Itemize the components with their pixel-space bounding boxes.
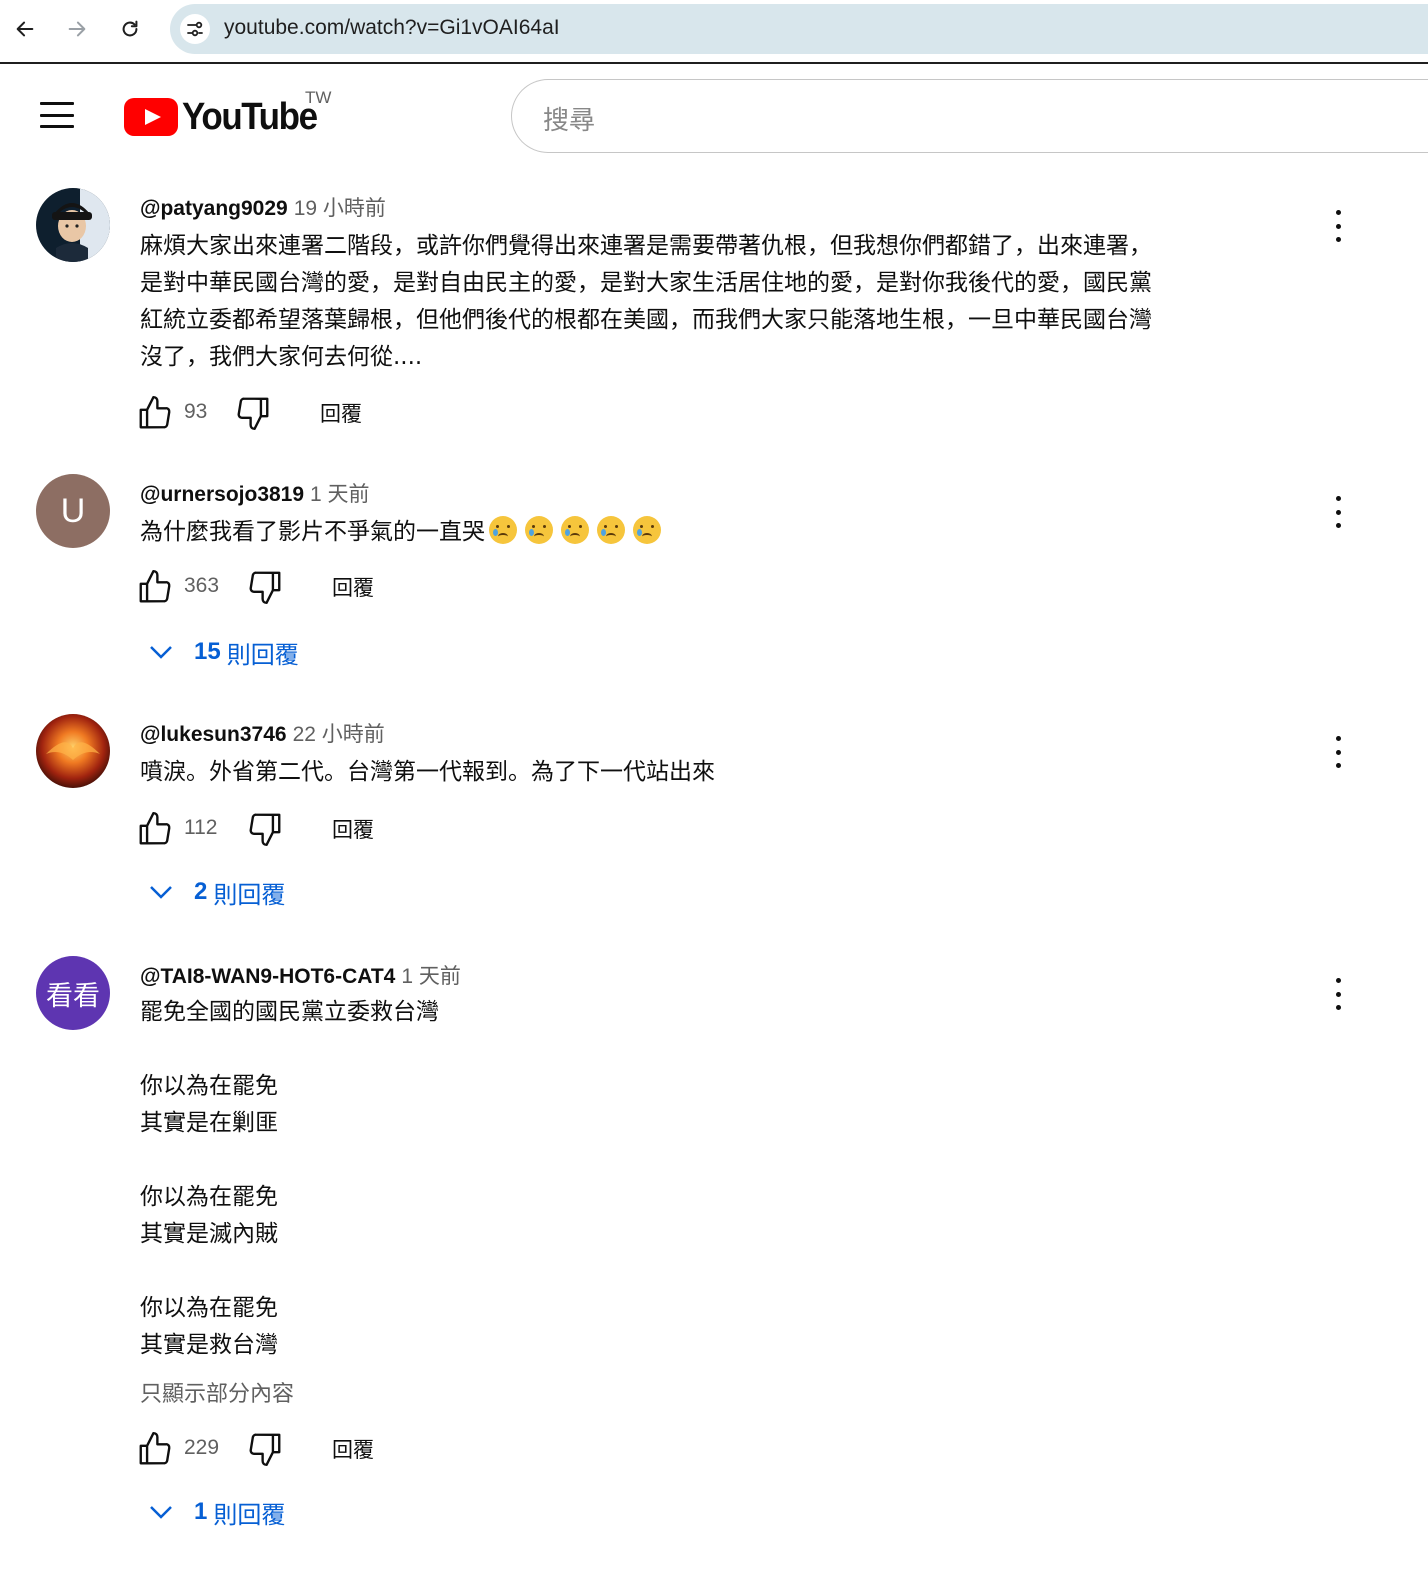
youtube-play-icon xyxy=(124,98,178,136)
thumbs-down-icon[interactable] xyxy=(246,810,284,848)
crying-face-icon xyxy=(633,516,661,544)
browser-toolbar: youtube.com/watch?v=Gi1vOAI64aI xyxy=(0,0,1428,64)
reply-button[interactable]: 回覆 xyxy=(332,814,374,844)
more-actions-button[interactable] xyxy=(1325,734,1351,770)
comment-header: @lukesun3746 22 小時前 xyxy=(140,718,385,748)
replies-label: 則回覆 xyxy=(226,640,299,669)
search-input[interactable]: 搜尋 xyxy=(511,79,1428,153)
thumbs-down-icon[interactable] xyxy=(246,1430,284,1468)
comment-time[interactable]: 1 天前 xyxy=(401,965,461,988)
comment-text: 罷免全國的國民黨立委救台灣 你以為在罷免 其實是在剿匪 你以為在罷免 其實是滅內… xyxy=(140,999,439,1358)
thumbs-up-icon[interactable] xyxy=(136,394,174,432)
reply-button[interactable]: 回覆 xyxy=(320,398,362,428)
menu-icon[interactable] xyxy=(38,100,76,130)
like-count: 112 xyxy=(184,816,218,839)
crying-face-icon xyxy=(525,516,553,544)
avatar[interactable]: U xyxy=(36,474,110,548)
thumbs-down-icon[interactable] xyxy=(246,568,284,606)
youtube-logo[interactable]: YouTube xyxy=(124,94,328,140)
youtube-wordmark: YouTube xyxy=(182,96,318,138)
like-count: 363 xyxy=(184,574,220,597)
read-more-button[interactable]: 只顯示部分內容 xyxy=(140,1376,294,1408)
crying-face-icon xyxy=(489,516,517,544)
replies-label: 則回覆 xyxy=(213,1500,286,1529)
comment-actions: 112 回覆 xyxy=(136,810,436,850)
avatar[interactable] xyxy=(36,714,110,788)
back-button[interactable] xyxy=(8,12,42,46)
view-replies-button[interactable]: 1 則回覆 xyxy=(146,1492,285,1532)
comment-text: 噴淚。外省第二代。台灣第一代報到。為了下一代站出來 xyxy=(140,759,715,785)
crying-face-icon xyxy=(561,516,589,544)
chevron-down-icon xyxy=(150,646,172,659)
like-count: 93 xyxy=(184,400,208,423)
comment-time[interactable]: 19 小時前 xyxy=(294,197,386,220)
avatar[interactable] xyxy=(36,188,110,262)
thumbs-down-icon[interactable] xyxy=(234,394,272,432)
youtube-header: YouTube TW 搜尋 xyxy=(0,66,1428,166)
arrow-right-icon xyxy=(68,21,86,37)
comment-actions: 363 回覆 xyxy=(136,568,436,608)
url-text: youtube.com/watch?v=Gi1vOAI64aI xyxy=(224,16,560,39)
comment-header: @patyang9029 19 小時前 xyxy=(140,192,386,222)
more-actions-button[interactable] xyxy=(1325,494,1351,530)
comment-author[interactable]: @patyang9029 xyxy=(140,197,288,220)
comment-text: 麻煩大家出來連署二階段，或許你們覺得出來連署是需要帶著仇根，但我想你們都錯了，出… xyxy=(140,233,1152,370)
thumbs-up-icon[interactable] xyxy=(136,568,174,606)
emoji-row xyxy=(485,516,665,545)
region-code: TW xyxy=(305,88,332,107)
reload-button[interactable] xyxy=(113,12,147,46)
address-bar[interactable]: youtube.com/watch?v=Gi1vOAI64aI xyxy=(170,4,1428,54)
comment-text-content: 為什麼我看了影片不爭氣的一直哭 xyxy=(140,519,485,545)
comment-actions: 229 回覆 xyxy=(136,1430,436,1470)
forward-button[interactable] xyxy=(60,12,94,46)
comment-header: @TAI8-WAN9-HOT6-CAT4 1 天前 xyxy=(140,960,461,990)
arrow-left-icon xyxy=(16,21,34,37)
reply-button[interactable]: 回覆 xyxy=(332,1434,374,1464)
chevron-down-icon xyxy=(150,1506,172,1519)
crying-face-icon xyxy=(597,516,625,544)
thumbs-up-icon[interactable] xyxy=(136,1430,174,1468)
avatar[interactable]: 看看 xyxy=(36,956,110,1030)
comment-time[interactable]: 1 天前 xyxy=(310,483,370,506)
reply-button[interactable]: 回覆 xyxy=(332,572,374,602)
comment-header: @urnersojo3819 1 天前 xyxy=(140,478,370,508)
replies-count: 2 xyxy=(194,878,208,905)
replies-count: 1 xyxy=(194,1498,208,1525)
more-actions-button[interactable] xyxy=(1325,208,1351,244)
comment-author[interactable]: @lukesun3746 xyxy=(140,723,287,746)
comment-text: 為什麼我看了影片不爭氣的一直哭 xyxy=(140,514,1290,551)
avatar-photo xyxy=(36,188,110,262)
reload-icon xyxy=(122,20,138,37)
more-actions-button[interactable] xyxy=(1325,976,1351,1012)
avatar-photo xyxy=(36,714,110,788)
chevron-down-icon xyxy=(150,886,172,899)
replies-label: 則回覆 xyxy=(213,880,286,909)
site-info-icon[interactable] xyxy=(180,14,210,44)
view-replies-button[interactable]: 2 則回覆 xyxy=(146,872,285,912)
thumbs-up-icon[interactable] xyxy=(136,810,174,848)
comment-time[interactable]: 22 小時前 xyxy=(293,723,385,746)
replies-count: 15 xyxy=(194,638,221,665)
comment-author[interactable]: @urnersojo3819 xyxy=(140,483,304,506)
search-placeholder: 搜尋 xyxy=(543,106,596,136)
comment-actions: 93 回覆 xyxy=(136,394,436,434)
like-count: 229 xyxy=(184,1436,220,1459)
comment-author[interactable]: @TAI8-WAN9-HOT6-CAT4 xyxy=(140,965,395,988)
view-replies-button[interactable]: 15 則回覆 xyxy=(146,632,299,672)
